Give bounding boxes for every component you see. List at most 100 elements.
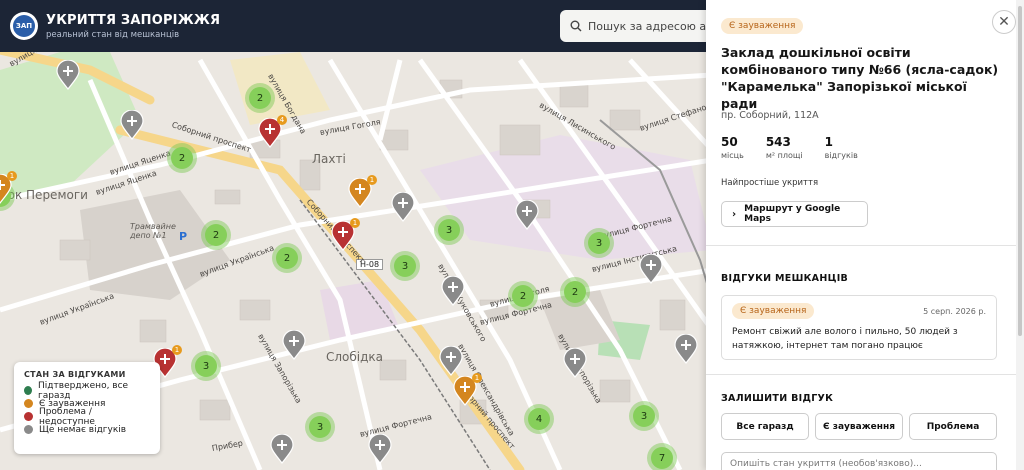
legend-label: Проблема / недоступне — [38, 406, 95, 427]
cluster-marker[interactable]: 3 — [305, 412, 335, 442]
shelter-pin-no-reviews[interactable] — [439, 346, 463, 376]
cluster-count: 3 — [195, 355, 217, 377]
shelter-pin-no-reviews[interactable] — [391, 192, 415, 222]
cluster-count: 2 — [205, 224, 227, 246]
route-google-maps-button[interactable]: › Маршрут у Google Maps — [721, 201, 868, 227]
legend-dot — [24, 399, 33, 408]
stat-label: м² площі — [765, 151, 803, 160]
legend-dot — [24, 386, 33, 395]
pin-icon — [563, 348, 587, 378]
comment-textarea[interactable] — [721, 452, 997, 470]
cluster-count: 3 — [309, 416, 331, 438]
cluster-count: 2 — [249, 87, 271, 109]
review-count-badge: 1 — [367, 175, 377, 185]
shelter-pin-remarks[interactable]: 1 — [348, 175, 377, 208]
cluster-marker[interactable]: 2 — [245, 83, 275, 113]
cluster-marker[interactable]: 3 — [191, 351, 221, 381]
option-remarks-button[interactable]: Є зауваження — [815, 413, 903, 440]
shelter-title: Заклад дошкільної освіти комбінованого т… — [721, 45, 999, 111]
pin-icon — [639, 254, 663, 284]
shelter-pin-no-reviews[interactable] — [515, 200, 539, 230]
cluster-marker[interactable]: 3 — [629, 401, 659, 431]
review-text: Ремонт свіжий але волого і пильно, 50 лю… — [732, 327, 958, 351]
pin-icon — [441, 276, 465, 306]
cluster-marker[interactable]: 7 — [647, 443, 677, 470]
pin-icon — [368, 434, 392, 464]
stat-value: 1 — [824, 135, 833, 149]
cluster-marker[interactable]: 3 — [584, 228, 614, 258]
legend-dot — [24, 412, 33, 421]
cluster-marker[interactable]: 2 — [508, 281, 538, 311]
cluster-marker[interactable]: 4 — [524, 404, 554, 434]
review-count-badge: 1 — [472, 373, 482, 383]
pin-icon — [391, 192, 415, 222]
shelter-details-panel: Є зауваження ✕ Заклад дошкільної освіти … — [706, 0, 1024, 470]
cluster-count: 2 — [276, 247, 298, 269]
scrollbar-thumb[interactable] — [1018, 6, 1022, 336]
shelter-stats: 50 місць 543 м² площі 1 відгуків — [721, 135, 880, 160]
district-label-lakhty: Лахті — [312, 152, 346, 166]
review-count-badge: 4 — [277, 115, 287, 125]
status-badge: Є зауваження — [721, 18, 804, 34]
stat-value: 50 — [721, 135, 738, 149]
app-subtitle: реальний стан від мешканців — [46, 29, 180, 40]
cluster-count: 2 — [171, 147, 193, 169]
search-box[interactable] — [560, 10, 710, 42]
search-input[interactable] — [588, 19, 708, 33]
shelter-pin-no-reviews[interactable] — [563, 348, 587, 378]
legend-item-confirmed: Підтверджено, все гаразд — [24, 381, 150, 401]
cluster-marker[interactable]: 3 — [434, 215, 464, 245]
cluster-marker[interactable]: 2 — [272, 243, 302, 273]
legend-dot — [24, 425, 33, 434]
pin-icon — [674, 334, 698, 364]
shelter-pin-no-reviews[interactable] — [368, 434, 392, 464]
cluster-marker[interactable]: 3 — [390, 251, 420, 281]
reviews-section-title: ВІДГУКИ МЕШКАНЦІВ — [721, 273, 849, 284]
chevron-right-icon: › — [732, 208, 737, 220]
pin-icon — [439, 346, 463, 376]
shelter-pin-problem-selected[interactable]: 1 — [331, 218, 360, 251]
cluster-marker[interactable]: 2 — [560, 277, 590, 307]
close-icon: ✕ — [998, 14, 1010, 30]
close-button[interactable]: ✕ — [992, 10, 1016, 34]
pin-icon — [270, 434, 294, 464]
depot-label: Трамвайне депо №1 — [130, 222, 176, 240]
brand: УКРИТТЯ ЗАПОРІЖЖЯ реальний стан від мешк… — [46, 13, 220, 40]
shelter-pin-no-reviews[interactable] — [270, 434, 294, 464]
map-canvas[interactable]: Лахті Слобідка арк Перемоги Трамвайне де… — [0, 0, 712, 470]
shelter-pin-no-reviews[interactable] — [56, 60, 80, 90]
stat-label: відгуків — [824, 151, 858, 160]
cluster-count: 3 — [588, 232, 610, 254]
shelter-pin-no-reviews[interactable] — [120, 110, 144, 140]
app-logo[interactable]: ЗАП — [10, 12, 38, 40]
cluster-count: 2 — [512, 285, 534, 307]
review-date: 5 серп. 2026 р. — [923, 306, 986, 316]
stat-area: 543 м² площі — [766, 135, 803, 160]
cluster-marker[interactable]: 2 — [167, 143, 197, 173]
parking-icon: P — [179, 230, 188, 243]
cluster-count: 3 — [438, 219, 460, 241]
shelter-pin-problem[interactable]: 4 — [258, 115, 287, 148]
cluster-count: 4 — [528, 408, 550, 430]
logo-emblem: ЗАП — [13, 15, 35, 37]
legend-label: Підтверджено, все гаразд — [38, 380, 129, 401]
leave-review-title: ЗАЛИШИТИ ВІДГУК — [721, 393, 834, 404]
shelter-pin-no-reviews[interactable] — [674, 334, 698, 364]
shelter-pin-remarks[interactable]: 1 — [453, 373, 482, 406]
review-card: Є зауваження 5 серп. 2026 р. Ремонт свіж… — [721, 295, 997, 360]
shelter-address: пр. Соборний, 112А — [721, 110, 819, 121]
panel-scrollbar[interactable] — [1016, 0, 1024, 470]
pin-icon — [56, 60, 80, 90]
cluster-marker[interactable]: 2 — [201, 220, 231, 250]
review-header: Є зауваження 5 серп. 2026 р. — [732, 303, 986, 319]
cluster-count: 3 — [394, 255, 416, 277]
shelter-pin-no-reviews[interactable] — [282, 330, 306, 360]
option-problem-button[interactable]: Проблема — [909, 413, 997, 440]
option-all-good-button[interactable]: Все гаразд — [721, 413, 809, 440]
district-label-slobidka: Слобідка — [326, 350, 384, 364]
cluster-count: 2 — [564, 281, 586, 303]
shelter-pin-no-reviews[interactable] — [441, 276, 465, 306]
shelter-pin-remarks[interactable]: 1 — [0, 171, 17, 204]
divider — [706, 245, 1016, 246]
shelter-pin-no-reviews[interactable] — [639, 254, 663, 284]
